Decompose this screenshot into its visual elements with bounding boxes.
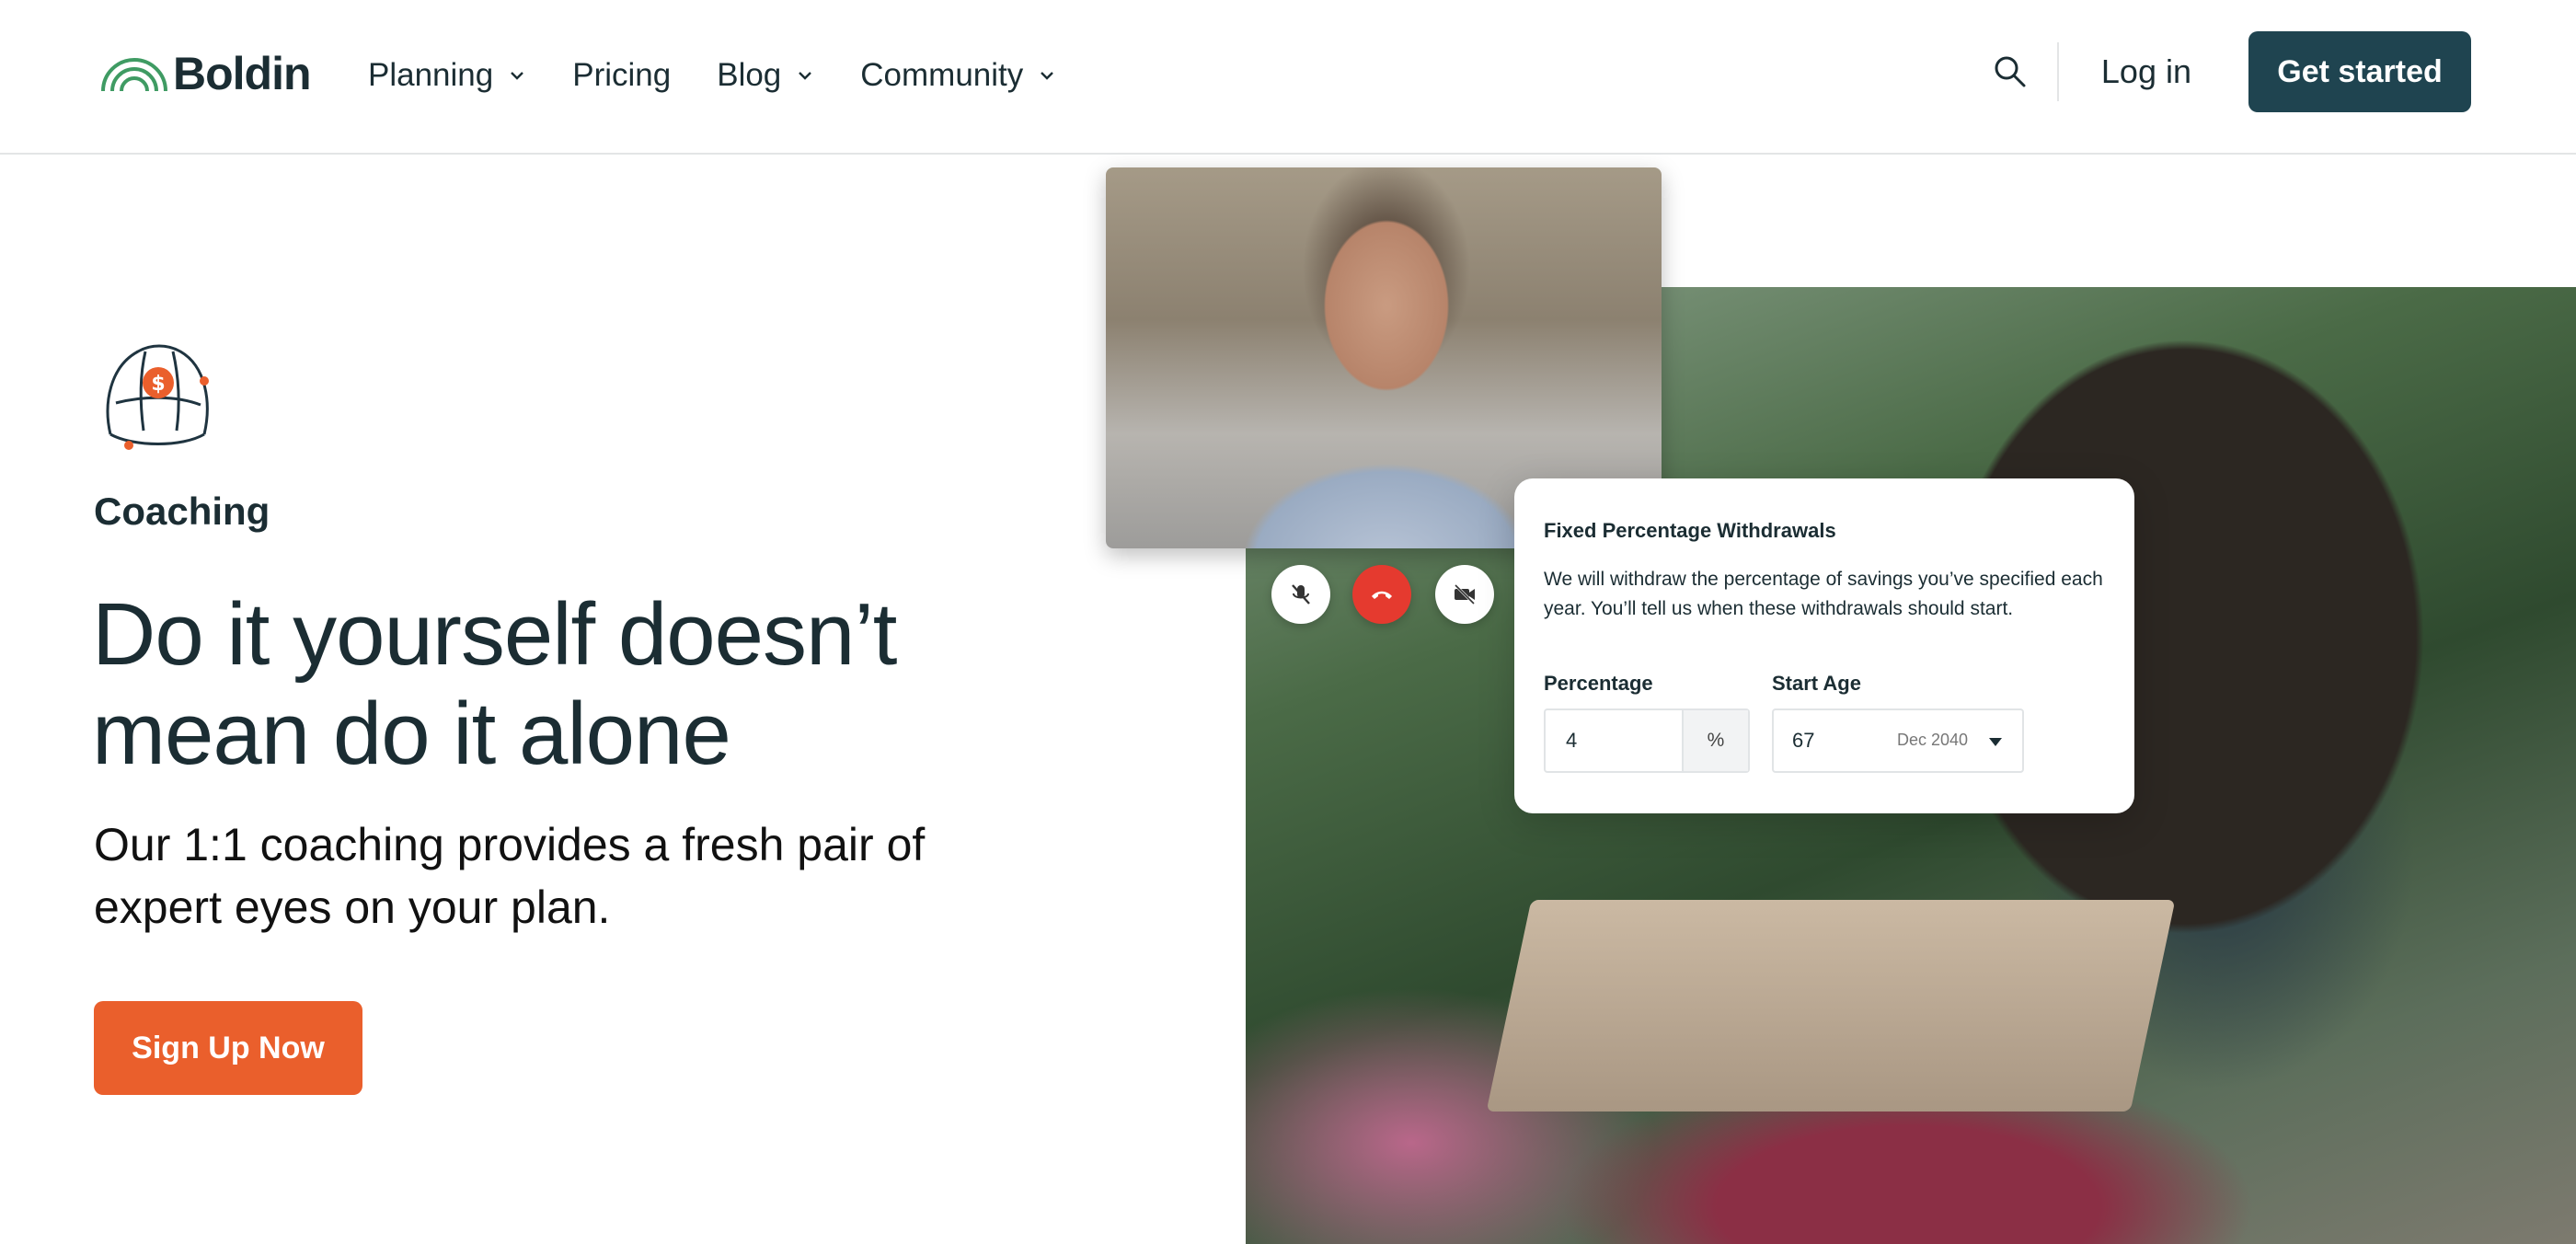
nav-item-pricing[interactable]: Pricing bbox=[572, 57, 671, 94]
svg-text:$: $ bbox=[151, 373, 165, 396]
nav-actions: Log in Get started bbox=[1993, 31, 2471, 112]
login-link[interactable]: Log in bbox=[2101, 52, 2191, 91]
mic-off-icon[interactable] bbox=[1271, 565, 1330, 624]
percentage-value: 4 bbox=[1566, 729, 1578, 752]
nav-item-community[interactable]: Community bbox=[860, 57, 1056, 94]
nav-divider bbox=[2056, 42, 2059, 101]
nav-label: Pricing bbox=[572, 57, 672, 93]
start-date-hint: Dec 2040 bbox=[1897, 731, 1969, 749]
nav-label: Blog bbox=[717, 57, 782, 93]
hero-subhead: Our 1:1 coaching provides a fresh pair o… bbox=[94, 819, 926, 933]
nav-label: Community bbox=[860, 57, 1024, 93]
card-description: We will withdraw the percentage of savin… bbox=[1544, 569, 2103, 619]
laptop-shape bbox=[1486, 900, 2176, 1112]
logo-text: Boldin bbox=[173, 48, 312, 99]
camera-off-icon[interactable] bbox=[1435, 565, 1494, 624]
primary-nav: Planning Pricing Blog Community bbox=[368, 52, 1102, 99]
chevron-down-icon bbox=[799, 72, 812, 80]
card-title: Fixed Percentage Withdrawals bbox=[1544, 519, 1836, 542]
percentage-label: Percentage bbox=[1544, 672, 1653, 695]
withdrawals-card: Fixed Percentage Withdrawals We will wit… bbox=[1514, 478, 2134, 813]
chevron-down-icon bbox=[511, 72, 524, 80]
get-started-button[interactable]: Get started bbox=[2248, 31, 2471, 112]
hero-headline: Do it yourself doesn’t mean do it alone bbox=[92, 585, 897, 783]
logo-arcs-icon bbox=[101, 58, 167, 92]
percent-suffix: % bbox=[1682, 710, 1748, 771]
start-age-select[interactable]: 67 Dec 2040 bbox=[1772, 708, 2024, 773]
sign-up-button[interactable]: Sign Up Now bbox=[94, 1001, 362, 1095]
percentage-input[interactable]: 4 % bbox=[1544, 708, 1750, 773]
chevron-down-icon bbox=[1041, 72, 1054, 80]
top-navigation: Boldin Planning Pricing Blog Community L… bbox=[0, 0, 2576, 155]
search-icon[interactable] bbox=[1993, 54, 2028, 89]
nav-label: Planning bbox=[368, 57, 494, 93]
start-age-label: Start Age bbox=[1772, 672, 1861, 695]
start-age-value: 67 bbox=[1792, 729, 1815, 752]
end-call-icon[interactable] bbox=[1352, 565, 1411, 624]
nav-item-blog[interactable]: Blog bbox=[717, 57, 814, 94]
dropdown-caret-icon bbox=[1989, 738, 2002, 746]
coaching-cap-icon: $ bbox=[106, 344, 209, 450]
section-eyebrow: Coaching bbox=[94, 490, 270, 533]
boldin-logo[interactable]: Boldin bbox=[99, 48, 312, 99]
nav-item-planning[interactable]: Planning bbox=[368, 57, 526, 94]
